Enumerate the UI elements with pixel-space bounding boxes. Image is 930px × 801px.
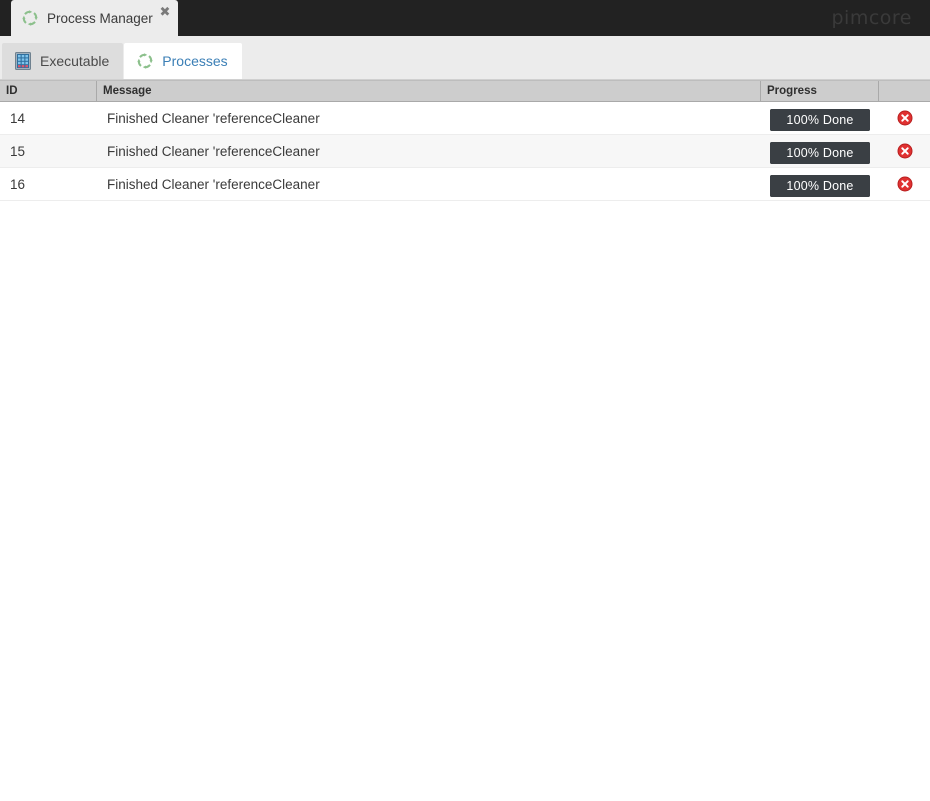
grid-header-row: ID Message Progress [0,80,930,102]
window-tab-label: Process Manager [47,10,153,26]
cell-id: 14 [10,110,26,126]
cell-message: Finished Cleaner 'referenceCleaner [107,110,320,126]
grid-empty-area [0,201,930,801]
column-header-id[interactable]: ID [0,81,97,101]
window-titlebar: Process Manager ✖ pimcore [0,0,930,36]
pimcore-logo: pimcore [831,7,912,29]
table-row[interactable]: 15 Finished Cleaner 'referenceCleaner 10… [0,135,930,168]
cell-action [879,102,930,134]
column-header-action[interactable] [879,81,930,101]
progress-label: 100% Done [786,113,854,127]
table-row[interactable]: 16 Finished Cleaner 'referenceCleaner 10… [0,168,930,201]
tab-processes[interactable]: Processes [124,43,242,79]
cell-id: 15 [10,143,26,159]
cell-action [879,168,930,200]
cell-id: 16 [10,176,26,192]
progress-bar: 100% Done [770,142,870,164]
cell-progress: 100% Done [761,102,879,134]
window-tab-process-manager[interactable]: Process Manager ✖ [11,0,178,36]
tab-executable-label: Executable [40,53,110,69]
close-icon[interactable]: ✖ [158,6,172,20]
executable-grid-icon [14,52,32,70]
delete-icon[interactable] [897,176,913,192]
cell-progress: 100% Done [761,135,879,167]
progress-label: 100% Done [786,146,854,160]
tab-strip: Executable Processes [0,36,930,80]
cell-action [879,135,930,167]
cell-message: Finished Cleaner 'referenceCleaner [107,176,320,192]
tab-executable[interactable]: Executable [2,43,124,79]
column-header-progress[interactable]: Progress [761,81,879,101]
progress-label: 100% Done [786,179,854,193]
cell-progress: 100% Done [761,168,879,200]
column-header-message[interactable]: Message [97,81,761,101]
table-row[interactable]: 14 Finished Cleaner 'referenceCleaner 10… [0,102,930,135]
processes-refresh-icon [136,52,154,70]
progress-bar: 100% Done [770,175,870,197]
grid-body: 14 Finished Cleaner 'referenceCleaner 10… [0,102,930,201]
progress-bar: 100% Done [770,109,870,131]
delete-icon[interactable] [897,110,913,126]
tab-processes-label: Processes [162,53,228,69]
cell-message: Finished Cleaner 'referenceCleaner [107,143,320,159]
processes-refresh-icon [21,9,39,27]
processes-grid: ID Message Progress 14 Finished Cleaner … [0,80,930,801]
delete-icon[interactable] [897,143,913,159]
